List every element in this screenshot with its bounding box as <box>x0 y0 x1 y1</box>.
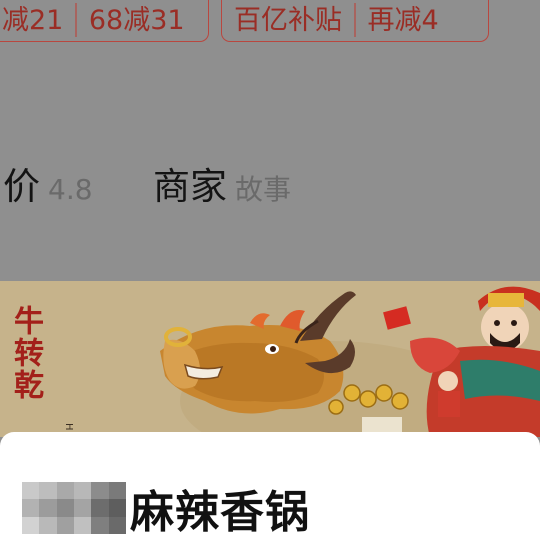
banner-calligraphy-text: 牛转乾 <box>8 305 43 401</box>
merchant-story-stat[interactable]: 商家 故事 <box>153 156 291 210</box>
rating-stat[interactable]: 价 4.8 <box>3 156 93 210</box>
shop-info-sheet: 麻辣香锅 <box>0 432 540 552</box>
subsidy-tag[interactable]: 百亿补贴 <box>222 7 354 34</box>
shop-name: 麻辣香锅 <box>130 487 310 538</box>
tag-divider <box>354 3 356 37</box>
discount-tag-1[interactable]: 减21 <box>0 7 75 34</box>
merchant-label: 商家 <box>153 165 227 208</box>
promo-tags-row: 减21 68减31 百亿补贴 再减4 <box>0 0 540 48</box>
discount-tag-2[interactable]: 68减31 <box>77 7 197 34</box>
shop-banner-image[interactable]: H 牛转乾 <box>0 281 540 437</box>
merchant-story-value: 故事 <box>235 173 292 206</box>
discount-tags-group[interactable]: 减21 68减31 <box>0 0 209 42</box>
extra-discount-tag[interactable]: 再减4 <box>356 7 451 34</box>
rating-label: 价 <box>3 165 40 208</box>
shop-name-row: 麻辣香锅 <box>22 482 310 538</box>
new-year-illustration: H <box>0 281 540 437</box>
blurred-shop-prefix <box>22 482 126 534</box>
subsidy-tags-group[interactable]: 百亿补贴 再减4 <box>221 0 489 42</box>
shop-stats-row: 价 4.8 商家 故事 <box>0 156 540 208</box>
tag-divider <box>75 3 77 37</box>
svg-text:H: H <box>63 423 74 431</box>
rating-value: 4.8 <box>48 173 93 206</box>
